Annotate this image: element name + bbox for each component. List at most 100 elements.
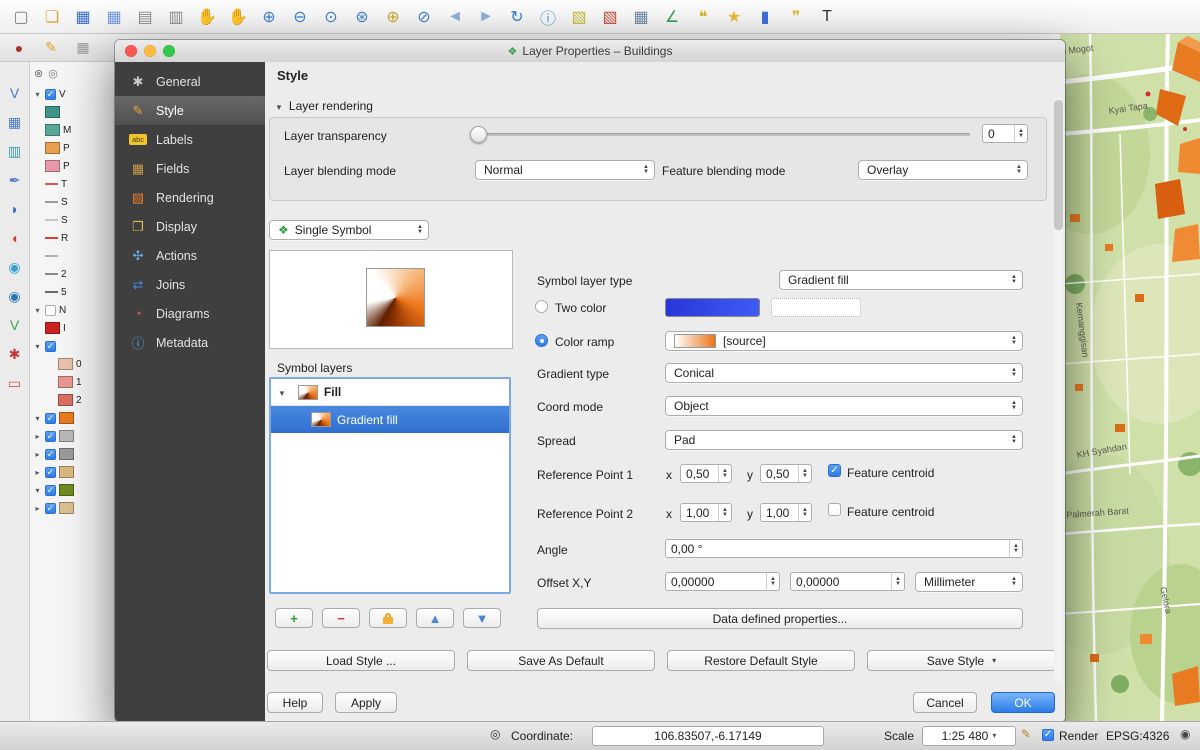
sidebar-item-labels[interactable]: abcLabels <box>115 125 265 154</box>
add-oracle-layer-icon[interactable]: ◖ <box>5 229 25 247</box>
show-bookmarks-icon[interactable]: ▮ <box>754 6 776 28</box>
layer-row[interactable]: ▾ <box>30 409 118 427</box>
save-project-icon[interactable]: ▦ <box>72 6 94 28</box>
tree-item-gradient-fill[interactable]: Gradient fill <box>271 406 509 433</box>
layer-row[interactable]: 5 <box>30 283 118 301</box>
move-layer-up-button[interactable]: ▲ <box>416 608 454 628</box>
layer-row[interactable]: ▾N <box>30 301 118 319</box>
ref2-feature-centroid-checkbox[interactable] <box>828 503 841 516</box>
zoom-out-icon[interactable]: ⊖ <box>289 6 311 28</box>
add-wms-layer-icon[interactable]: ◉ <box>5 258 25 276</box>
stepper-icon[interactable] <box>798 504 811 521</box>
add-symbol-layer-button[interactable]: + <box>275 608 313 628</box>
layer-row[interactable]: M <box>30 121 118 139</box>
sidebar-item-fields[interactable]: ▦Fields <box>115 154 265 183</box>
transparency-slider-handle[interactable] <box>470 126 487 143</box>
measure-line-icon[interactable]: ∠ <box>661 6 683 28</box>
render-checkbox[interactable] <box>1042 729 1054 741</box>
layer-row[interactable]: P <box>30 139 118 157</box>
zoom-window-icon[interactable] <box>163 45 175 57</box>
deselect-features-icon[interactable]: ▧ <box>599 6 621 28</box>
sidebar-item-diagrams[interactable]: ◔Diagrams <box>115 299 265 328</box>
crs-globe-icon[interactable]: ◉ <box>1180 727 1190 741</box>
zoom-in-icon[interactable]: ⊕ <box>258 6 280 28</box>
color-two-button[interactable] <box>771 298 861 317</box>
stepper-icon[interactable] <box>766 573 779 590</box>
expand-arrow-icon[interactable] <box>278 385 292 399</box>
identify-features-icon[interactable]: ⓘ <box>537 6 559 28</box>
pan-map-icon[interactable]: ✋ <box>196 6 218 28</box>
zoom-full-extent-icon[interactable]: ⊛ <box>351 6 373 28</box>
layer-row[interactable]: 2 <box>30 391 118 409</box>
layer-visibility-checkbox[interactable] <box>45 89 56 100</box>
move-layer-down-button[interactable]: ▼ <box>463 608 501 628</box>
content-scrollbar[interactable] <box>1054 98 1063 683</box>
layer-row[interactable]: ▸ <box>30 427 118 445</box>
scrollbar-thumb[interactable] <box>1054 100 1063 230</box>
expand-arrow-icon[interactable]: ▾ <box>33 342 42 351</box>
sidebar-item-style[interactable]: ✎Style <box>115 96 265 125</box>
layer-row[interactable]: S <box>30 193 118 211</box>
restore-default-style-button[interactable]: Restore Default Style <box>667 650 855 671</box>
sidebar-item-display[interactable]: ❐Display <box>115 212 265 241</box>
layer-visibility-checkbox[interactable] <box>45 305 56 316</box>
help-button[interactable]: Help <box>267 692 323 713</box>
color-ramp-radio[interactable] <box>535 334 548 347</box>
sidebar-item-general[interactable]: ✱General <box>115 67 265 96</box>
ref1-x-spinbox[interactable]: 0,50 <box>680 464 732 483</box>
layer-visibility-checkbox[interactable] <box>45 467 56 478</box>
expand-arrow-icon[interactable]: ▾ <box>33 306 42 315</box>
sidebar-item-joins[interactable]: ⇄Joins <box>115 270 265 299</box>
layer-row[interactable]: 0 <box>30 355 118 373</box>
map-tips-icon[interactable]: ❝ <box>692 6 714 28</box>
save-as-default-button[interactable]: Save As Default <box>467 650 655 671</box>
layer-visibility-checkbox[interactable] <box>45 449 56 460</box>
stepper-icon[interactable] <box>798 465 811 482</box>
layer-row[interactable]: I <box>30 319 118 337</box>
add-wcs-layer-icon[interactable]: ◉ <box>5 287 25 305</box>
new-shapefile-layer-icon[interactable]: ✱ <box>5 345 25 363</box>
offset-y-spinbox[interactable]: 0,00000 <box>790 572 905 591</box>
panel-close-icon[interactable]: ⊗ <box>34 67 43 80</box>
open-attribute-table-icon[interactable]: ▦ <box>630 6 652 28</box>
layer-row[interactable]: R <box>30 229 118 247</box>
color-one-button[interactable] <box>665 298 760 317</box>
data-defined-properties-button[interactable]: Data defined properties... <box>537 608 1023 629</box>
layer-row[interactable]: ▸ <box>30 445 118 463</box>
stepper-icon[interactable] <box>1009 540 1022 557</box>
offset-unit-dropdown[interactable]: Millimeter <box>915 572 1023 592</box>
toggle-editing-icon[interactable]: ✎ <box>40 37 62 59</box>
layer-visibility-checkbox[interactable] <box>45 341 56 352</box>
add-mssql-layer-icon[interactable]: ◗ <box>5 200 25 218</box>
layer-row[interactable] <box>30 247 118 265</box>
ref2-x-spinbox[interactable]: 1,00 <box>680 503 732 522</box>
add-wfs-layer-icon[interactable]: V <box>5 316 25 334</box>
add-postgis-layer-icon[interactable]: ▥ <box>5 142 25 160</box>
add-spatialite-layer-icon[interactable]: ✒ <box>5 171 25 189</box>
ok-button[interactable]: OK <box>991 692 1055 713</box>
save-project-as-icon[interactable]: ▦ <box>103 6 125 28</box>
offset-x-spinbox[interactable]: 0,00000 <box>665 572 780 591</box>
cancel-button[interactable]: Cancel <box>913 692 977 713</box>
layer-visibility-checkbox[interactable] <box>45 485 56 496</box>
layer-row[interactable] <box>30 103 118 121</box>
new-bookmark-icon[interactable]: ★ <box>723 6 745 28</box>
map-canvas[interactable]: Daan MogotKyai TapaKemanggisanKH Syahdan… <box>1060 34 1200 722</box>
stepper-icon[interactable] <box>1014 125 1027 142</box>
gradient-type-dropdown[interactable]: Conical <box>665 363 1023 383</box>
stepper-icon[interactable] <box>718 465 731 482</box>
two-color-radio[interactable] <box>535 300 548 313</box>
lock-color-button[interactable] <box>369 608 407 628</box>
sidebar-item-metadata[interactable]: ⓘMetadata <box>115 328 265 357</box>
minimize-window-icon[interactable] <box>144 45 156 57</box>
layer-row[interactable]: ▸ <box>30 463 118 481</box>
labeling-icon[interactable]: T <box>816 6 838 28</box>
zoom-to-selection-icon[interactable]: ⊕ <box>382 6 404 28</box>
stepper-icon[interactable] <box>891 573 904 590</box>
color-ramp-dropdown[interactable]: [source] <box>665 331 1023 351</box>
feature-blending-dropdown[interactable]: Overlay <box>858 160 1028 180</box>
ref1-y-spinbox[interactable]: 0,50 <box>760 464 812 483</box>
expand-arrow-icon[interactable]: ▸ <box>33 504 42 513</box>
expand-arrow-icon[interactable]: ▸ <box>33 468 42 477</box>
layer-row[interactable]: ▾ <box>30 337 118 355</box>
